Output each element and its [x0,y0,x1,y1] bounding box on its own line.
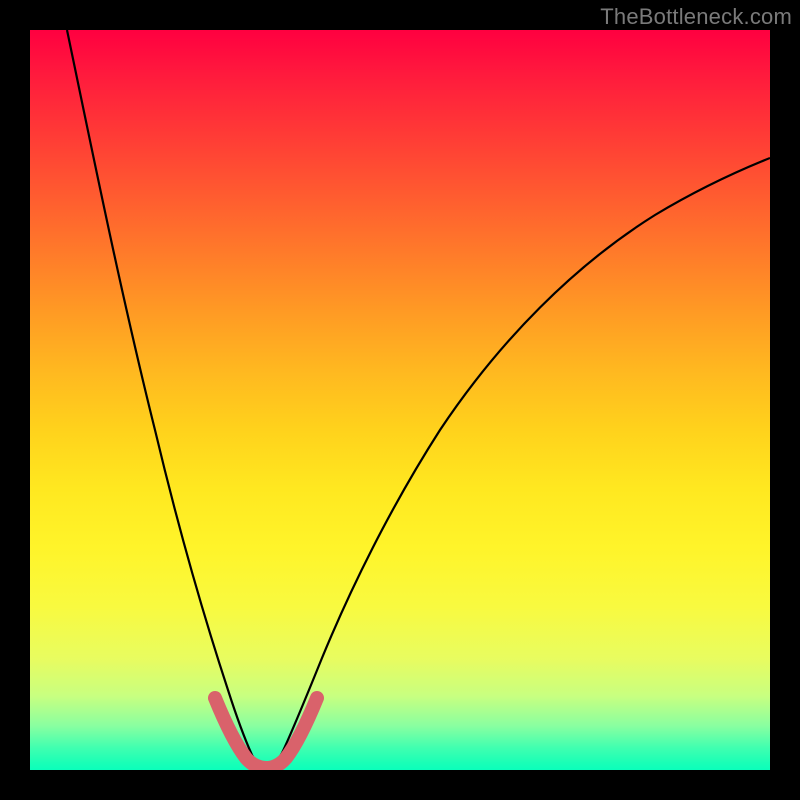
curve-path [67,30,770,767]
watermark-text: TheBottleneck.com [600,4,792,30]
plot-frame [30,30,770,770]
bottleneck-curve [30,30,770,770]
